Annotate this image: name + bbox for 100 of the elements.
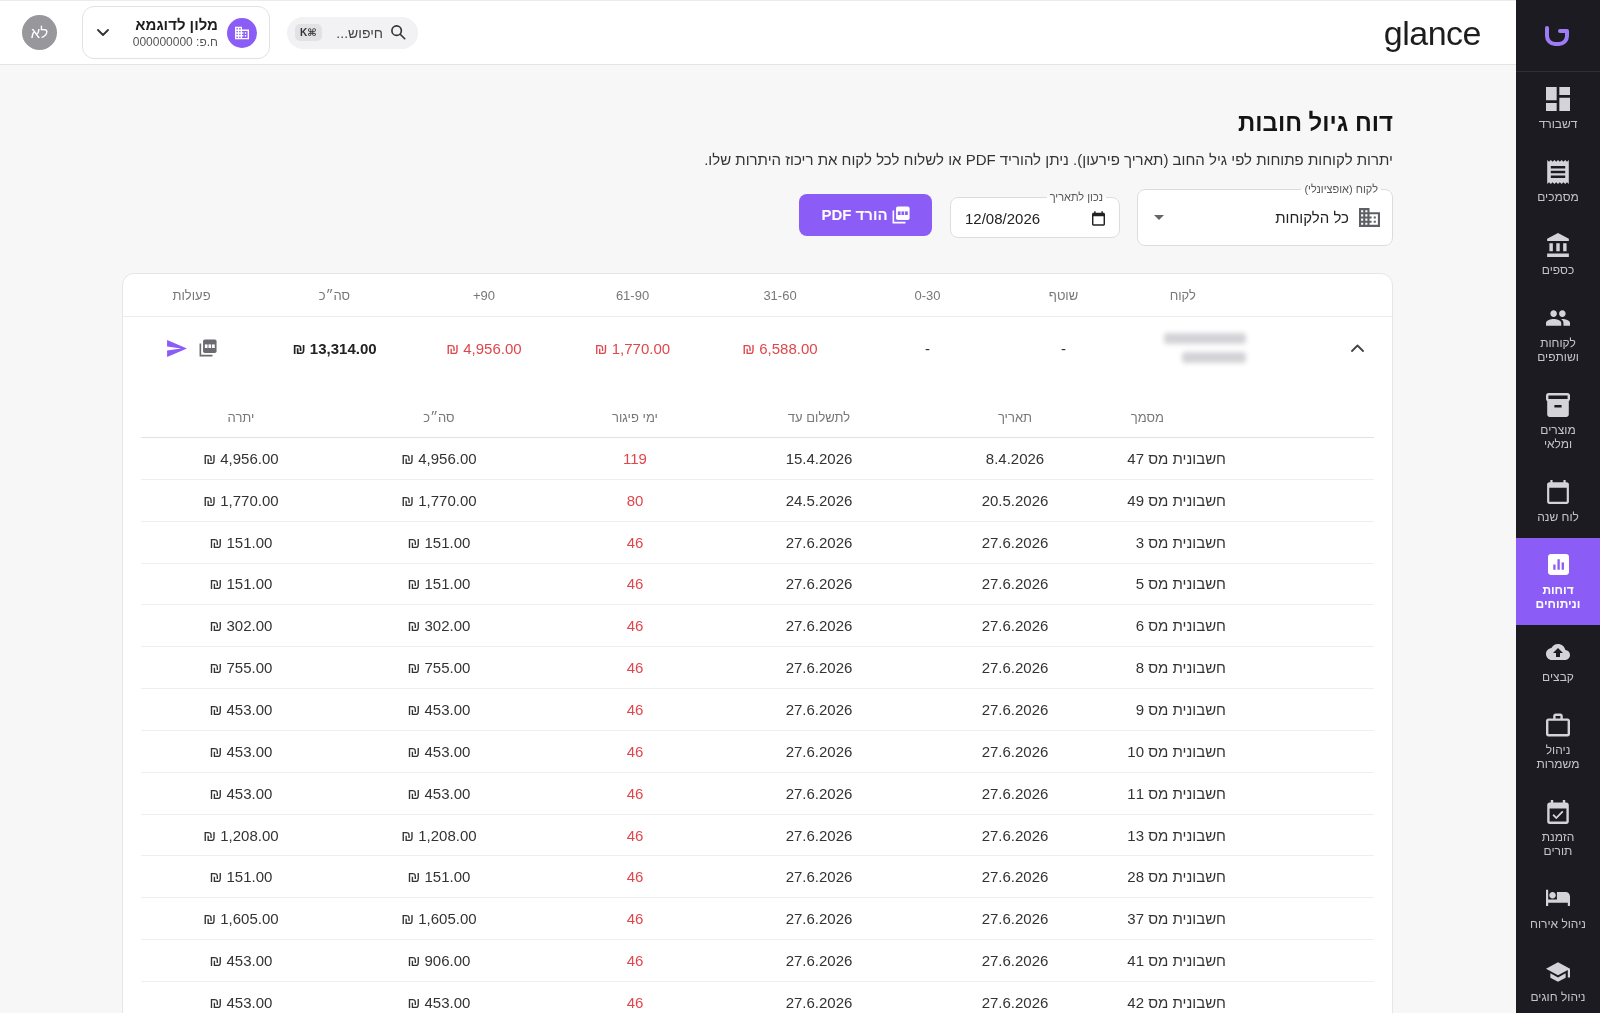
table-cell: ₪ 906.00 [407, 952, 471, 970]
table-cell: חשבונית מס 6 [1135, 617, 1226, 635]
graduation-cap-icon [1546, 959, 1570, 984]
table-cell: 27.6.2026 [981, 617, 1049, 635]
table-cell: ₪ 453.00 [407, 784, 471, 802]
table-cell: ₪ 1,770.00 [594, 339, 671, 357]
table-cell: ₪ 1,770.00 [401, 491, 477, 509]
table-cell: 46 [626, 952, 644, 970]
table-cell: 27.6.2026 [785, 868, 853, 886]
table-cell: חשבונית מס 10 [1127, 742, 1226, 760]
table-cell: 46 [626, 659, 644, 677]
table-cell: 27.6.2026 [785, 533, 853, 551]
caret-down-icon [1154, 215, 1164, 220]
sidebar-item[interactable]: ניהול משמרות [1516, 698, 1600, 785]
table-cell: חשבונית מס 3 [1135, 533, 1226, 551]
table-cell: 27.6.2026 [981, 742, 1049, 760]
table-cell: ₪ 4,956.00 [401, 449, 477, 467]
sidebar-item[interactable]: ניהול אירוח [1516, 872, 1600, 945]
table-cell: 27.6.2026 [785, 617, 853, 635]
table-cell: 27.6.2026 [785, 575, 853, 593]
chevron-up-icon[interactable] [1350, 344, 1364, 352]
sidebar-item[interactable]: ניהול חוגים [1516, 945, 1600, 1013]
sidebar-item[interactable]: כספים [1516, 218, 1600, 291]
table-cell: ₪ 6,588.00 [742, 339, 818, 357]
sidebar-item[interactable]: קבצים [1516, 625, 1600, 698]
table-cell: 46 [626, 826, 644, 844]
sidebar-item[interactable]: דשבורד [1516, 72, 1600, 145]
table-cell: 27.6.2026 [981, 910, 1049, 928]
table-cell: 27.6.2026 [981, 826, 1049, 844]
table-cell: 27.6.2026 [981, 533, 1049, 551]
table-cell: חשבונית מס 28 [1127, 868, 1226, 886]
search-icon [391, 25, 406, 40]
table-cell: 46 [626, 617, 644, 635]
send-icon[interactable] [166, 339, 187, 357]
table-cell: 24.5.2026 [785, 491, 853, 509]
table-cell: 27.6.2026 [981, 659, 1049, 677]
logo-wordmark[interactable]: glance [1383, 12, 1481, 53]
table-cell: ₪ 151.00 [407, 575, 471, 593]
keyboard-shortcut: ⌘K [295, 24, 322, 41]
column-header: שוטף [1048, 287, 1079, 303]
bank-icon [1546, 232, 1570, 257]
customer-select[interactable]: לקוח (אופציונלי) כל הלקוחות [1137, 183, 1393, 246]
sidebar-item[interactable]: לוח שנה [1516, 465, 1600, 538]
table-cell: 46 [626, 701, 644, 718]
table-cell: ₪ 453.00 [209, 952, 273, 970]
table-cell: 27.6.2026 [785, 701, 853, 718]
sidebar-item[interactable]: לקוחות ושותפים [1516, 291, 1600, 378]
table-cell: ₪ 453.00 [407, 993, 471, 1011]
sidebar-item[interactable]: דוחות וניתוחים [1516, 538, 1600, 625]
column-header: לקוח [1169, 287, 1196, 303]
business-selector[interactable]: מלון לדוגמא ח.פ: 000000000 [82, 6, 270, 59]
column-header: סה״כ [423, 409, 455, 425]
table-cell: חשבונית מס 41 [1127, 952, 1226, 970]
table-cell: 8.4.2026 [985, 449, 1045, 467]
table-cell: ₪ 453.00 [407, 701, 471, 718]
table-cell: חשבונית מס 11 [1127, 784, 1226, 802]
table-cell: ₪ 151.00 [209, 575, 273, 593]
chevron-down-icon [97, 29, 109, 36]
table-cell: - [925, 339, 930, 357]
file-stack-icon[interactable] [198, 339, 217, 357]
table-cell: ₪ 453.00 [209, 784, 273, 802]
table-cell: 46 [626, 575, 644, 593]
table-cell: ₪ 453.00 [209, 701, 273, 718]
calendar-icon [1546, 479, 1570, 504]
sidebar-item[interactable]: הזמנת תורים [1516, 785, 1600, 872]
table-cell: ₪ 1,605.00 [203, 910, 279, 928]
column-header: תאריך [997, 409, 1033, 425]
table-cell: 20.5.2026 [981, 491, 1049, 509]
column-header: ימי פיגור [612, 409, 658, 425]
table-cell: - [1061, 339, 1066, 357]
table-cell: חשבונית מס 49 [1127, 491, 1226, 509]
column-header: יתרה [227, 409, 255, 425]
briefcase-icon [1546, 712, 1570, 737]
table-cell: 15.4.2026 [785, 449, 853, 467]
table-cell: ₪ 302.00 [407, 617, 471, 635]
download-pdf-button[interactable]: הורד PDF [799, 193, 932, 236]
table-cell: ₪ 1,605.00 [401, 910, 477, 928]
table-cell: ₪ 302.00 [209, 617, 273, 635]
table-cell: חשבונית מס 9 [1135, 701, 1226, 718]
table-cell: 27.6.2026 [785, 910, 853, 928]
page-title: דוח גיול חובות [1238, 108, 1393, 138]
table-cell: ₪ 4,956.00 [203, 449, 279, 467]
column-header: לתשלום עד [787, 409, 851, 425]
table-cell: 27.6.2026 [785, 742, 853, 760]
table-cell: 27.6.2026 [785, 993, 853, 1011]
sidebar-item[interactable]: מוצרים ומלאי [1516, 378, 1600, 465]
column-header: +90 [472, 287, 496, 303]
table-cell: 27.6.2026 [785, 659, 853, 677]
table-cell: 46 [626, 993, 644, 1011]
column-header: מסמך [1130, 409, 1164, 425]
sidebar-item[interactable]: מסמכים [1516, 145, 1600, 218]
table-cell: ₪ 755.00 [209, 659, 273, 677]
table-cell: ₪ 453.00 [209, 993, 273, 1011]
table-cell: ₪ 1,770.00 [203, 491, 279, 509]
table-cell: 27.6.2026 [981, 952, 1049, 970]
table-cell: 27.6.2026 [785, 826, 853, 844]
table-cell: ₪ 151.00 [407, 533, 471, 551]
table-cell: 27.6.2026 [981, 784, 1049, 802]
table-cell: 119 [623, 449, 647, 467]
calendar-icon[interactable] [1092, 210, 1105, 226]
